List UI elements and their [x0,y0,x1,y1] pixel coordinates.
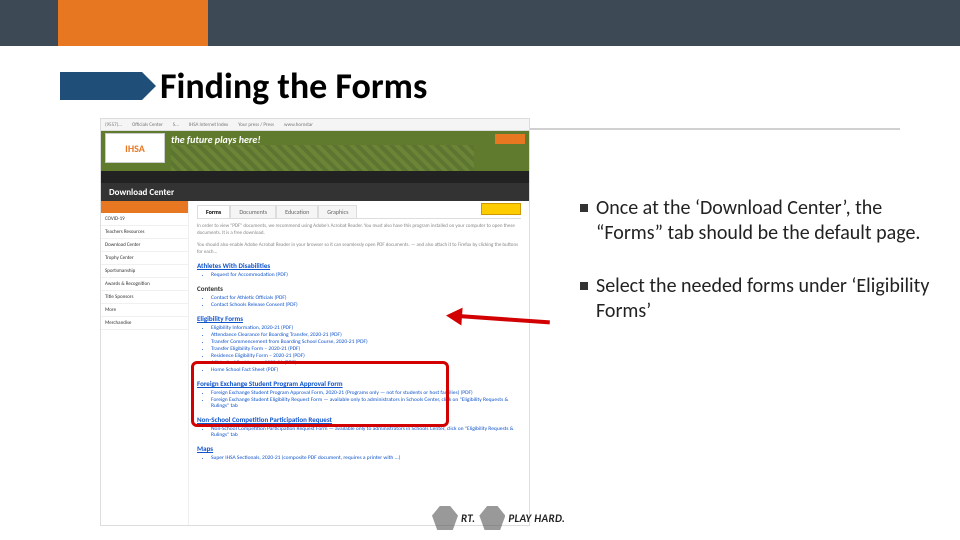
list-item[interactable]: Non-School Competition Participation Req… [211,426,521,438]
footer-figure-icon [432,506,458,530]
section-heading-maps: Maps [197,444,521,453]
main-content: Forms Documents Education Graphics In or… [189,201,529,525]
embedded-screenshot: (9557)... Officials Center S... IHSA Int… [100,118,530,526]
list-item[interactable]: Eligibility Information, 2020-21 (PDF) [211,325,521,331]
sidebar-item[interactable]: More [101,304,188,317]
sidebar-item[interactable]: Trophy Center [101,252,188,265]
footer-text-right: PLAY HARD. [508,512,565,525]
list-item[interactable]: Transfer Commencement from Boarding Scho… [211,339,521,345]
tab-forms[interactable]: Forms [197,205,230,218]
bookmark: Your press / Press [238,122,274,128]
bookmark: (9557)... [105,122,122,128]
tab-education[interactable]: Education [276,205,318,218]
adobe-note: You should also enable Adobe Acrobat Rea… [197,242,521,255]
ihsa-logo: IHSA [105,133,165,163]
sidebar-item[interactable]: Download Center [101,239,188,252]
footer-logo: RT. PLAY HARD. [432,506,565,530]
tab-graphics[interactable]: Graphics [318,205,357,218]
sidebar-item[interactable]: Teachers Resources [101,226,188,239]
sidebar-item[interactable]: Title Sponsors [101,291,188,304]
bookmark: S... [173,122,179,128]
footer-figure-icon [479,506,505,530]
content-tabs: Forms Documents Education Graphics [197,205,521,219]
sidebar: COVID-19 Teachers Resources Download Cen… [101,201,189,525]
bookmark: www.hornstar [284,122,313,128]
list-item[interactable]: Request for Accommodation (PDF) [211,272,521,278]
sidebar-item[interactable]: Sportsmanship [101,265,188,278]
intro-paragraph: In order to view "PDF" documents, we rec… [197,223,521,236]
bullet-item: Select the needed forms under ‘Eligibili… [580,274,930,324]
bullet-text: Once at the ‘Download Center’, the “Form… [596,196,930,246]
adobe-reader-badge[interactable] [481,203,521,215]
site-main-nav [101,171,529,183]
footer-text-left: RT. [461,512,475,525]
tab-documents[interactable]: Documents [230,205,276,218]
sidebar-item[interactable]: Merchandise [101,317,188,330]
sidebar-item[interactable]: Awards & Recognition [101,278,188,291]
section-list: Contact for Athletic Officials (PDF) Con… [197,295,521,308]
list-item[interactable]: Super IHSA Sectionals, 2020-21 (composit… [211,455,521,461]
section-list: Request for Accommodation (PDF) [197,272,521,278]
list-item[interactable]: Residence Eligibility Form – 2020-21 (PD… [211,353,521,359]
bullet-marker-icon [580,282,588,290]
highlight-box-eligibility [191,361,449,427]
login-button[interactable] [495,134,525,144]
section-list: Non-School Competition Participation Req… [197,426,521,438]
section-list: Super IHSA Sectionals, 2020-21 (composit… [197,455,521,461]
sidebar-header [101,201,188,213]
browser-bookmarks-bar: (9557)... Officials Center S... IHSA Int… [101,119,529,131]
slide-top-accent [58,0,208,46]
bookmark: IHSA Internet Index [189,122,228,128]
title-tab-shape [60,72,142,100]
list-item[interactable]: Attendance Clearance for Boarding Transf… [211,332,521,338]
banner-image [171,145,474,171]
bullet-marker-icon [580,204,588,212]
slide-title: Finding the Forms [160,64,427,108]
sidebar-item[interactable]: COVID-19 [101,213,188,226]
list-item[interactable]: Transfer Eligibility Form – 2020-21 (PDF… [211,346,521,352]
bullet-text: Select the needed forms under ‘Eligibili… [596,274,930,324]
bullet-list: Once at the ‘Download Center’, the “Form… [580,196,930,352]
list-item[interactable]: Contact for Athletic Officials (PDF) [211,295,521,301]
bullet-item: Once at the ‘Download Center’, the “Form… [580,196,930,246]
list-item[interactable]: Contact Schools Release Consent (PDF) [211,302,521,308]
bookmark: Officials Center [132,122,163,128]
section-heading-disabilities: Athletes With Disabilities [197,261,521,270]
contents-label: Contents [197,284,521,293]
page-header: Download Center [101,183,529,201]
site-banner: IHSA the future plays here! [101,131,529,171]
